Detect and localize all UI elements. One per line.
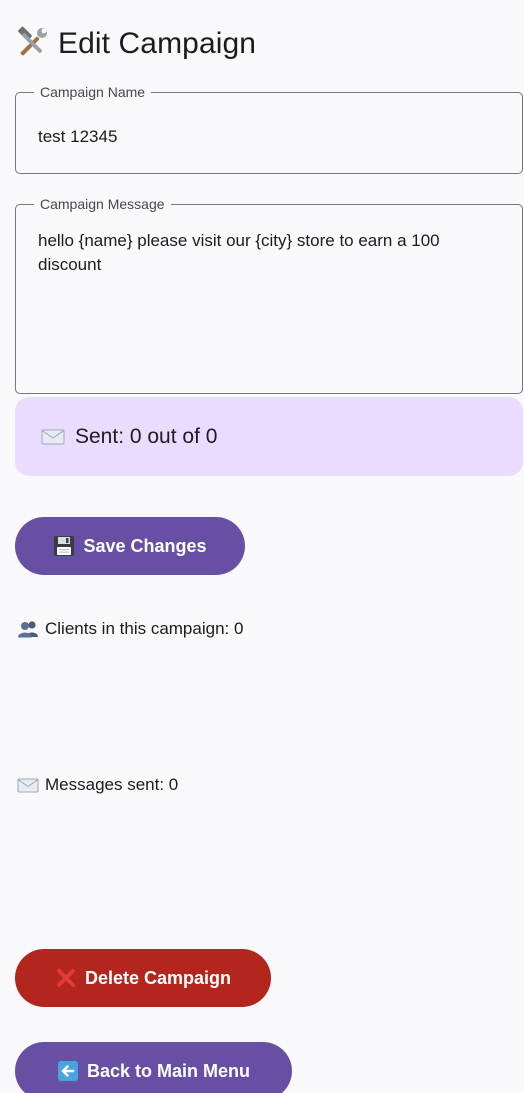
campaign-name-input[interactable]: test 12345 [16, 93, 522, 149]
save-changes-label: Save Changes [83, 535, 207, 556]
messages-sent-count: Messages sent: 0 [17, 775, 178, 795]
clients-count-text: Clients in this campaign: 0 [45, 619, 244, 638]
campaign-message-field[interactable]: Campaign Message hello {name} please vis… [15, 195, 523, 394]
campaign-message-input[interactable]: hello {name} please visit our {city} sto… [16, 205, 522, 277]
left-arrow-icon [57, 1061, 78, 1081]
save-changes-button[interactable]: Save Changes [15, 517, 245, 575]
clients-count: Clients in this campaign: 0 [17, 619, 243, 639]
campaign-message-label: Campaign Message [34, 195, 171, 213]
back-to-main-menu-label: Back to Main Menu [86, 1060, 251, 1081]
envelope-icon [17, 778, 39, 793]
people-icon [18, 621, 38, 638]
envelope-icon [41, 429, 65, 444]
campaign-name-field[interactable]: Campaign Name test 12345 [15, 83, 523, 174]
sent-status-text: Sent: 0 out of 0 [75, 424, 218, 448]
sent-status-card: Sent: 0 out of 0 [15, 397, 523, 476]
campaign-name-label: Campaign Name [34, 83, 152, 101]
page-title: Edit Campaign [58, 27, 257, 60]
floppy-disk-icon [54, 536, 75, 556]
messages-sent-text: Messages sent: 0 [45, 775, 179, 794]
cross-mark-icon [56, 969, 75, 987]
page-header: Edit Campaign [14, 22, 256, 66]
tools-icon [18, 26, 47, 56]
back-to-main-menu-button[interactable]: Back to Main Menu [15, 1042, 292, 1093]
edit-campaign-screen: Edit Campaign Campaign Name test 12345 C… [0, 0, 524, 1093]
delete-campaign-button[interactable]: Delete Campaign [15, 949, 271, 1007]
delete-campaign-label: Delete Campaign [84, 967, 232, 988]
